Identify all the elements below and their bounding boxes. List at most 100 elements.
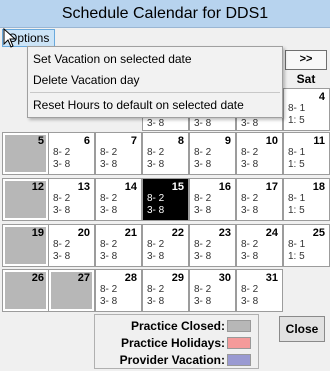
day-cell[interactable]: 5 [2,132,49,175]
day-cell[interactable]: 9 8- 2 3- 8 [189,132,236,175]
menu-item-reset-hours[interactable]: Reset Hours to default on selected date [28,95,282,115]
day-cell[interactable]: 24 8- 2 3- 8 [236,224,283,267]
hours-line: 8- 2 [194,239,212,250]
day-header-sat: Sat [296,72,316,86]
day-cell[interactable]: 30 8- 2 3- 8 [189,269,236,312]
day-hours: 8- 2 3- 8 [53,147,70,171]
day-hours: 8- 2 3- 8 [241,284,258,308]
day-cell[interactable]: 7 8- 2 3- 8 [95,132,142,175]
hours-line: 3- 8 [53,251,71,262]
window-title: Schedule Calendar for DDS1 [0,0,330,28]
day-hours: 8- 2 3- 8 [241,147,258,171]
day-number: 14 [124,181,137,193]
day-cell[interactable]: 22 8- 2 3- 8 [142,224,189,267]
calendar-grid: 3- 8 3- 8 3- 8 4 8- 1 1: 5 5 6 8- 2 3- 8 7 8-… [0,88,330,312]
hours-line: 8- 2 [241,284,259,295]
day-hours: 8- 2 3- 8 [241,239,258,263]
day-number: 20 [77,227,90,239]
day-hours: 3- 8 [194,118,212,129]
day-number: 27 [77,272,90,284]
day-cell[interactable]: 29 8- 2 3- 8 [142,269,189,312]
hours-line: 8- 1 [288,147,306,158]
day-cell[interactable]: 11 8- 1 1: 5 [283,132,330,175]
day-number: 21 [124,227,137,239]
day-cell[interactable]: 15 8- 2 3- 8 [142,178,189,221]
hours-line: 8- 2 [241,193,259,204]
day-cell[interactable]: 13 8- 2 3- 8 [48,178,95,221]
hours-line: 8- 2 [53,193,71,204]
day-hours: 8- 2 3- 8 [194,193,211,217]
day-hours: 8- 2 3- 8 [100,193,117,217]
close-button[interactable]: Close [279,316,325,342]
day-hours: 8- 2 3- 8 [194,239,211,263]
hours-line: 3- 8 [241,296,259,307]
hours-line: 3- 8 [194,159,212,170]
hours-line: 8- 2 [147,284,165,295]
hours-line: 8- 2 [241,239,259,250]
hours-line: 8- 2 [194,284,212,295]
day-cell[interactable]: 10 8- 2 3- 8 [236,132,283,175]
hours-line: 3- 8 [100,205,118,216]
legend-practice-closed: Practice Closed: [95,318,255,334]
day-number: 31 [265,272,278,284]
day-number: 23 [218,227,231,239]
day-cell[interactable]: 23 8- 2 3- 8 [189,224,236,267]
hours-line: 1: 5 [288,159,305,170]
day-cell[interactable]: 14 8- 2 3- 8 [95,178,142,221]
day-number: 13 [77,181,90,193]
hours-line: 8- 2 [100,284,118,295]
day-number: 16 [218,181,231,193]
menu-item-delete-vacation[interactable]: Delete Vacation day [28,70,282,90]
day-cell[interactable]: 25 8- 1 1: 5 [283,224,330,267]
day-cell[interactable]: 4 8- 1 1: 5 [283,88,330,131]
hours-line: 8- 2 [100,193,118,204]
day-cell[interactable]: 16 8- 2 3- 8 [189,178,236,221]
options-dropdown: Set Vacation on selected date Delete Vac… [27,46,283,118]
day-cell[interactable]: 27 [48,269,95,312]
day-cell[interactable]: 6 8- 2 3- 8 [48,132,95,175]
hours-line: 8- 1 [288,193,306,204]
hours-line: 8- 2 [241,147,259,158]
day-cell[interactable]: 3- 8 [236,116,283,131]
legend-swatch-closed [227,320,251,332]
hours-line: 3- 8 [100,159,118,170]
day-hours: 8- 2 3- 8 [100,147,117,171]
legend-label: Practice Closed: [130,319,225,333]
day-cell[interactable]: 18 8- 1 1: 5 [283,178,330,221]
day-cell[interactable]: 19 [2,224,49,267]
hours-line: 8- 2 [194,147,212,158]
day-hours: 8- 2 3- 8 [194,147,211,171]
menu-item-set-vacation[interactable]: Set Vacation on selected date [28,49,282,69]
day-hours: 8- 1 1: 5 [288,103,305,127]
day-hours: 8- 2 3- 8 [147,193,164,217]
hours-line: 3- 8 [147,205,165,216]
hours-line: 8- 2 [53,239,71,250]
day-cell[interactable]: 26 [2,269,49,312]
day-cell[interactable]: 8 8- 2 3- 8 [142,132,189,175]
day-hours: 3- 8 [241,118,259,129]
hours-line: 3- 8 [53,205,71,216]
day-cell[interactable]: 12 [2,178,49,221]
day-cell[interactable]: 31 8- 2 3- 8 [236,269,283,312]
day-hours: 8- 2 3- 8 [53,239,70,263]
day-number: 5 [37,135,44,147]
menu-bar: Options [0,28,330,48]
next-month-button[interactable]: >> [285,50,327,70]
day-cell[interactable]: 17 8- 2 3- 8 [236,178,283,221]
day-cell[interactable]: 20 8- 2 3- 8 [48,224,95,267]
day-cell[interactable]: 28 8- 2 3- 8 [95,269,142,312]
hours-line: 3- 8 [147,296,165,307]
hours-line: 3- 8 [147,159,165,170]
day-cell[interactable]: 21 8- 2 3- 8 [95,224,142,267]
day-hours: 3- 8 [147,118,165,129]
hours-line: 8- 2 [53,147,71,158]
hours-line: 3- 8 [194,205,212,216]
hours-line: 3- 8 [241,159,259,170]
day-cell[interactable]: 3- 8 [142,116,189,131]
day-hours: 8- 2 3- 8 [147,147,164,171]
hours-line: 8- 1 [288,103,306,114]
day-number: 12 [31,181,44,193]
day-cell[interactable]: 3- 8 [189,116,236,131]
hours-line: 3- 8 [147,251,165,262]
day-hours: 8- 2 3- 8 [100,239,117,263]
